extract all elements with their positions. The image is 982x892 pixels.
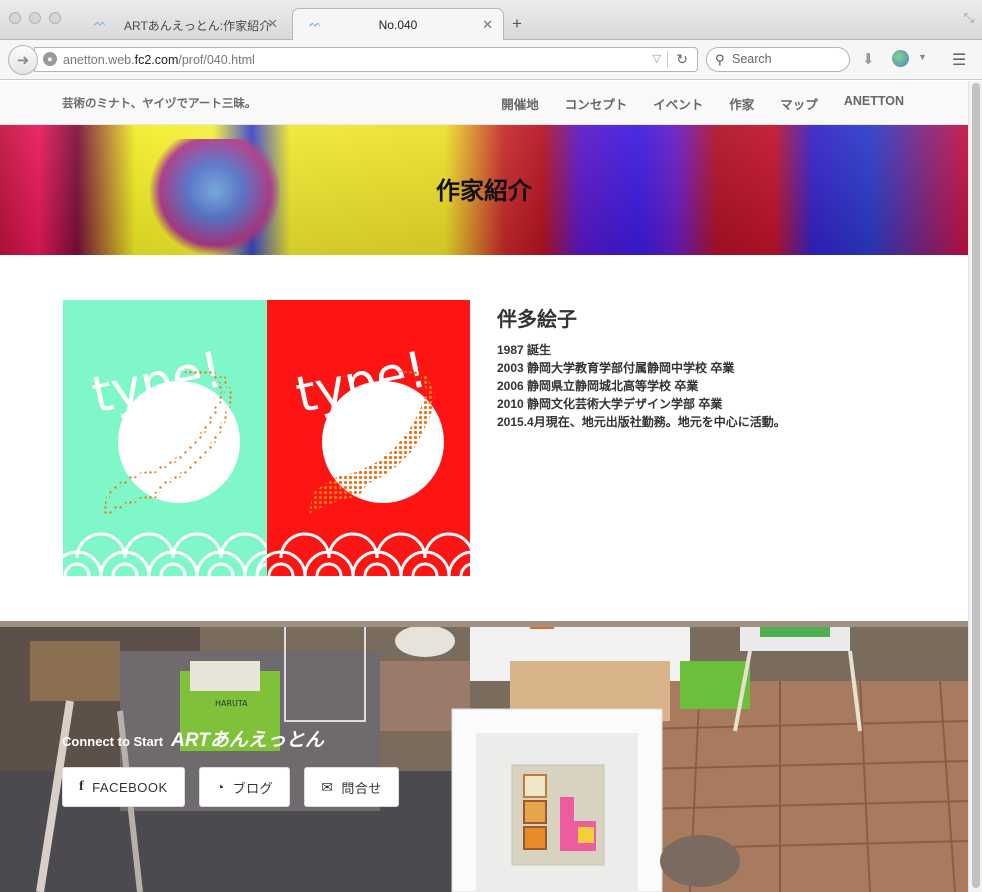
blog-button[interactable]: ◔ ブログ	[198, 767, 291, 807]
hero-banner: 作家紹介	[0, 125, 968, 255]
search-icon: ⚲	[715, 52, 725, 67]
connect-brand-text: ARTあんえっとん	[171, 730, 324, 751]
artwork-svg: type! type!	[63, 300, 470, 576]
hamburger-menu-icon[interactable]: ☰	[952, 50, 966, 70]
contact-button[interactable]: ✉ 問合せ	[304, 767, 399, 807]
fullscreen-icon[interactable]: ⤡	[964, 10, 974, 26]
nav-item-venue[interactable]: 開催地	[501, 94, 539, 113]
download-icon[interactable]: ⬇	[862, 50, 875, 68]
site-favicon-icon: ᨓ	[94, 17, 108, 29]
artwork-image: type! type!	[63, 300, 470, 576]
tab-no040[interactable]: ᨓ No.040 ✕	[292, 8, 504, 40]
tab-title: ARTあんえっとん:作家紹介	[124, 19, 272, 33]
window-minimize-button[interactable]	[29, 12, 41, 24]
bio-line: 2010 静岡文化芸術大学デザイン学部 卒業	[497, 397, 723, 411]
back-button[interactable]: ➜	[8, 45, 38, 75]
extension-globe-icon[interactable]	[892, 50, 909, 67]
connect-small-text: Connect to Start	[62, 734, 164, 749]
connect-heading: Connect to Start ARTあんえっとん	[62, 725, 324, 752]
page-scrollbar[interactable]	[968, 81, 982, 892]
site-navbar: 芸術のミナト、ヤイヅでアート三昧。 開催地 コンセプト イベント 作家 マップ …	[0, 81, 968, 125]
facebook-icon: f	[79, 779, 85, 794]
site-favicon-icon: ᨓ	[309, 18, 323, 30]
artist-bio: 1987 誕生 2003 静岡大学教育学部付属静岡中学校 卒業 2006 静岡県…	[497, 341, 786, 431]
footer-background-photo: HARUTA	[0, 621, 968, 892]
site-brand-link[interactable]: 芸術のミナト、ヤイヅでアート三昧。	[62, 95, 256, 111]
tab-bar: ᨓ ARTあんえっとん:作家紹介 ✕ ᨓ No.040 ✕ + ⤡	[0, 0, 982, 40]
nav-item-concept[interactable]: コンセプト	[565, 94, 628, 113]
social-buttons: f FACEBOOK ◔ ブログ ✉ 問合せ	[62, 767, 399, 807]
close-tab-icon[interactable]: ✕	[482, 17, 493, 33]
window-close-button[interactable]	[9, 12, 21, 24]
tab-title: No.040	[378, 17, 418, 32]
facebook-button[interactable]: f FACEBOOK	[62, 767, 185, 807]
search-input[interactable]	[732, 52, 842, 66]
extension-dropdown-icon[interactable]: ▼	[918, 52, 927, 62]
bio-line: 2003 静岡大学教育学部付属静岡中学校 卒業	[497, 361, 735, 375]
window-zoom-button[interactable]	[49, 12, 61, 24]
site-nav-links: 開催地 コンセプト イベント 作家 マップ ANETTON	[501, 94, 904, 113]
blog-button-label: ブログ	[232, 780, 274, 796]
bio-line: 2015.4月現在、地元出版社勤務。地元を中心に活動。	[497, 415, 786, 429]
contact-button-label: 問合せ	[341, 780, 382, 796]
artist-name: 伴多絵子	[497, 309, 577, 331]
url-text[interactable]: anetton.web.fc2.com/prof/040.html	[63, 53, 255, 67]
nav-item-event[interactable]: イベント	[653, 94, 703, 113]
scrollbar-thumb[interactable]	[972, 83, 980, 888]
history-dropdown-icon[interactable]: ▽	[653, 52, 661, 65]
bio-line: 1987 誕生	[497, 343, 552, 357]
haruta-box-label: HARUTA	[215, 699, 248, 708]
nav-item-artists[interactable]: 作家	[729, 94, 754, 113]
footer-photo-section: HARUTA Connect to Start ARTあんえっとん f FACE…	[0, 621, 968, 892]
mail-icon: ✉	[321, 778, 334, 795]
nav-item-map[interactable]: マップ	[780, 94, 818, 113]
url-bar[interactable]: ● anetton.web.fc2.com/prof/040.html ▽ ↻	[34, 47, 698, 72]
bio-line: 2006 静岡県立静岡城北高等学校 卒業	[497, 379, 699, 393]
navigation-toolbar: ● anetton.web.fc2.com/prof/040.html ▽ ↻ …	[0, 40, 982, 80]
new-tab-button[interactable]: +	[512, 14, 522, 34]
web-page: 芸術のミナト、ヤイヅでアート三昧。 開催地 コンセプト イベント 作家 マップ …	[0, 81, 968, 892]
nav-item-anetton[interactable]: ANETTON	[844, 94, 904, 113]
tab-artist-intro[interactable]: ᨓ ARTあんえっとん:作家紹介 ✕	[78, 8, 288, 40]
globe-icon: ●	[43, 52, 57, 66]
back-arrow-icon: ➜	[16, 52, 30, 69]
url-separator	[667, 51, 668, 68]
page-title: 作家紹介	[436, 178, 532, 205]
close-tab-icon[interactable]: ✕	[267, 16, 278, 32]
search-box[interactable]: ⚲	[706, 47, 850, 72]
rss-icon: ◔	[215, 779, 225, 795]
facebook-button-label: FACEBOOK	[92, 779, 168, 795]
reload-icon[interactable]: ↻	[676, 51, 688, 68]
